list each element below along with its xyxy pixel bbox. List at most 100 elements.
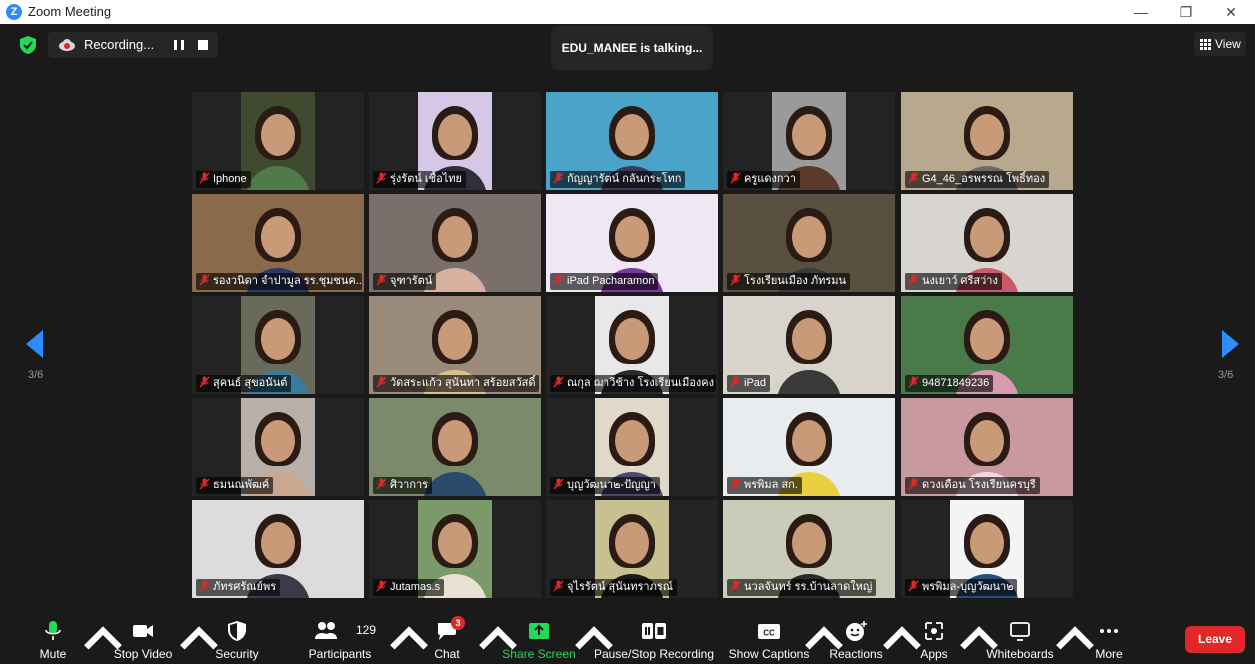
next-page-arrow-icon[interactable] bbox=[1222, 330, 1239, 358]
participant-tile[interactable]: จุฑารัตน์ bbox=[369, 194, 541, 292]
participant-tile[interactable]: iPad Pacharamon bbox=[546, 194, 718, 292]
participant-nameplate: 94871849236 bbox=[905, 375, 994, 392]
participant-name: โรงเรียนเมือง ภัทรมน bbox=[744, 275, 847, 287]
participant-nameplate: iPad bbox=[727, 375, 771, 392]
participant-nameplate: วัดสระแก้ว สุนันทา สร้อยสวัสดิ์ bbox=[373, 375, 539, 392]
participant-tile[interactable]: วัดสระแก้ว สุนันทา สร้อยสวัสดิ์ bbox=[369, 296, 541, 394]
view-button[interactable]: View bbox=[1194, 32, 1246, 56]
participant-tile[interactable]: G4_46_อรพรรณ โพธิ์ทอง bbox=[901, 92, 1073, 190]
whiteboard-icon bbox=[1010, 622, 1030, 641]
participant-tile[interactable]: Iphone bbox=[192, 92, 364, 190]
mic-muted-icon bbox=[730, 478, 741, 490]
mic-muted-icon bbox=[199, 478, 210, 490]
window-title: Zoom Meeting bbox=[28, 4, 112, 19]
stop-icon[interactable] bbox=[196, 38, 210, 52]
meeting-stage: Recording... EDU_MANEE is talking... Vie… bbox=[0, 24, 1255, 614]
mic-muted-icon bbox=[908, 376, 919, 388]
participant-tile[interactable]: 94871849236 bbox=[901, 296, 1073, 394]
participant-nameplate: จุไรรัตน์ สุนันทราภรณ์ bbox=[550, 579, 677, 596]
participant-name: บุญวัฒนา๒-ปัญญา bbox=[567, 479, 656, 491]
participant-name: สุคนธ์ สุขอนันต์ bbox=[213, 377, 288, 389]
apps-button[interactable]: Apps bbox=[912, 614, 956, 664]
participant-name: iPad Pacharamon bbox=[567, 275, 655, 287]
participant-tile[interactable]: โรงเรียนเมือง ภัทรมน bbox=[723, 194, 895, 292]
participant-nameplate: นวลจันทร์ รร.บ้านลาดใหญ่ bbox=[727, 579, 877, 596]
participant-name: iPad bbox=[744, 377, 767, 389]
participant-name: ศิวาการ bbox=[390, 479, 429, 491]
participant-tile[interactable]: จุไรรัตน์ สุนันทราภรณ์ bbox=[546, 500, 718, 598]
restore-button[interactable]: ❐ bbox=[1171, 2, 1201, 22]
participant-name: Jutamas.s bbox=[390, 581, 441, 593]
participant-face bbox=[261, 114, 295, 156]
participant-face bbox=[438, 216, 472, 258]
recording-controls-icon bbox=[642, 623, 666, 639]
more-label: More bbox=[1095, 647, 1123, 661]
participant-face bbox=[792, 114, 826, 156]
participant-tile[interactable]: ภัทรศรัณย์พร bbox=[192, 500, 364, 598]
participant-tile[interactable]: สุคนธ์ สุขอนันต์ bbox=[192, 296, 364, 394]
participant-face bbox=[970, 522, 1004, 564]
participant-tile[interactable]: พรพิมล-บุญวัฒนา๒ bbox=[901, 500, 1073, 598]
participant-nameplate: G4_46_อรพรรณ โพธิ์ทอง bbox=[905, 171, 1050, 188]
pause-stop-recording-button[interactable]: Pause/Stop Recording bbox=[592, 614, 716, 664]
mic-muted-icon bbox=[553, 376, 564, 388]
chat-button[interactable]: 3 Chat bbox=[422, 614, 472, 664]
participant-face bbox=[261, 522, 295, 564]
pause-icon[interactable] bbox=[172, 38, 186, 52]
participant-nameplate: นงเยาว์ ศรีสว่าง bbox=[905, 273, 1002, 290]
participant-face bbox=[792, 420, 826, 462]
participant-tile[interactable]: นวลจันทร์ รร.บ้านลาดใหญ่ bbox=[723, 500, 895, 598]
participant-tile[interactable]: บุญวัฒนา๒-ปัญญา bbox=[546, 398, 718, 496]
participant-tile[interactable]: นงเยาว์ ศรีสว่าง bbox=[901, 194, 1073, 292]
microphone-icon bbox=[45, 621, 61, 640]
participant-nameplate: ครูแดงกวา bbox=[727, 171, 800, 188]
participant-name: กัญญารัตน์ กลันกระโทก bbox=[567, 173, 682, 185]
participant-tile[interactable]: พรพิมล สก. bbox=[723, 398, 895, 496]
participant-tile[interactable]: รองวนิดา จำปามูล รร.ชุมชนค... bbox=[192, 194, 364, 292]
mic-muted-icon bbox=[376, 478, 387, 490]
mic-muted-icon bbox=[730, 580, 741, 592]
participant-face bbox=[615, 216, 649, 258]
participants-button[interactable]: 129 Participants bbox=[300, 614, 380, 664]
participant-face bbox=[970, 420, 1004, 462]
whiteboards-button[interactable]: Whiteboards bbox=[982, 614, 1058, 664]
participant-name: G4_46_อรพรรณ โพธิ์ทอง bbox=[922, 173, 1046, 185]
participant-nameplate: รุ่งรัตน์ เชื้อไทย bbox=[373, 171, 466, 188]
mic-muted-icon bbox=[199, 580, 210, 592]
leave-button[interactable]: Leave bbox=[1185, 626, 1245, 653]
participant-tile[interactable]: ครูแดงกวา bbox=[723, 92, 895, 190]
participant-face bbox=[970, 216, 1004, 258]
close-button[interactable]: ✕ bbox=[1216, 2, 1246, 22]
minimize-button[interactable]: — bbox=[1126, 2, 1156, 22]
participant-name: รองวนิดา จำปามูล รร.ชุมชนค... bbox=[213, 275, 362, 287]
participant-face bbox=[792, 522, 826, 564]
participants-label: Participants bbox=[308, 647, 372, 661]
participant-tile[interactable]: กัญญารัตน์ กลันกระโทก bbox=[546, 92, 718, 190]
mic-muted-icon bbox=[908, 478, 919, 490]
mute-button[interactable]: Mute bbox=[24, 614, 82, 664]
security-button[interactable]: Security bbox=[208, 614, 266, 664]
participant-face bbox=[438, 318, 472, 360]
previous-page-arrow-icon[interactable] bbox=[26, 330, 43, 358]
participant-tile[interactable]: รุ่งรัตน์ เชื้อไทย bbox=[369, 92, 541, 190]
participant-name: 94871849236 bbox=[922, 377, 990, 389]
shield-icon[interactable] bbox=[20, 36, 36, 54]
participant-name: ณกุล ฌาวีช้าง โรงเรียนเมืองคง bbox=[567, 377, 715, 389]
participant-face bbox=[261, 420, 295, 462]
more-button[interactable]: More bbox=[1086, 614, 1132, 664]
mic-muted-icon bbox=[376, 580, 387, 592]
participant-tile[interactable]: ณกุล ฌาวีช้าง โรงเรียนเมืองคง bbox=[546, 296, 718, 394]
participant-tile[interactable]: ดวงเดือน โรงเรียนครบุรี bbox=[901, 398, 1073, 496]
participant-tile[interactable]: Jutamas.s bbox=[369, 500, 541, 598]
mute-label: Mute bbox=[39, 647, 67, 661]
participant-tile[interactable]: ธมนณพัฒค์ bbox=[192, 398, 364, 496]
participant-tile[interactable]: iPad bbox=[723, 296, 895, 394]
participant-face bbox=[261, 318, 295, 360]
mic-muted-icon bbox=[553, 172, 564, 184]
share-screen-button[interactable]: Share Screen bbox=[500, 614, 578, 664]
participant-tile[interactable]: ศิวาการ bbox=[369, 398, 541, 496]
mic-muted-icon bbox=[376, 274, 387, 286]
svg-text:CC: CC bbox=[763, 629, 775, 638]
participant-count: 129 bbox=[356, 623, 377, 637]
stop-video-button[interactable]: Stop Video bbox=[108, 614, 178, 664]
